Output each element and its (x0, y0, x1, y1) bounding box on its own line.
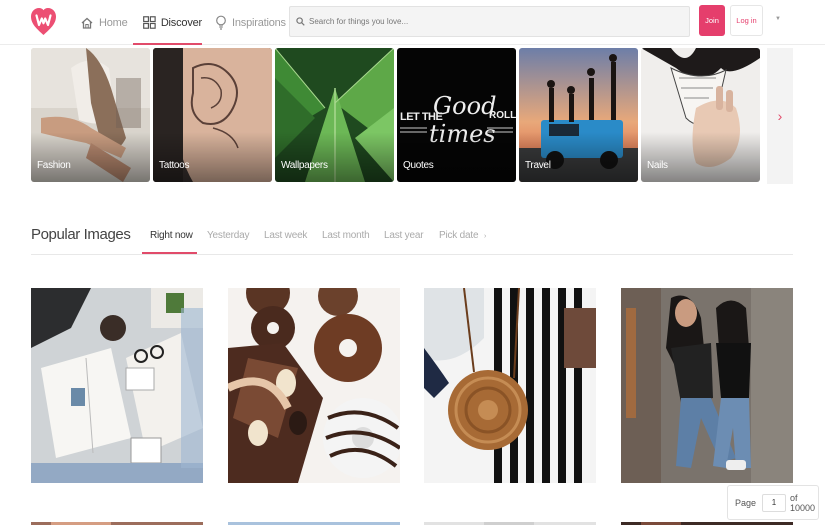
nav-active-underline (133, 43, 202, 45)
rattan-bag-photo (424, 288, 596, 483)
image-tile[interactable] (228, 288, 400, 483)
section-title: Popular Images (31, 226, 131, 243)
nav-discover[interactable]: Discover (133, 0, 202, 45)
category-card-fashion[interactable]: Fashion (31, 48, 150, 182)
tab-last-month[interactable]: Last month (322, 230, 370, 241)
top-header: Home Discover Inspirations Join Log in ▼ (0, 0, 825, 45)
category-card-tattoos[interactable]: Tattoos (153, 48, 272, 182)
category-label: Fashion (37, 160, 71, 171)
login-button[interactable]: Log in (730, 5, 763, 36)
donuts-photo (228, 288, 400, 483)
nav-home[interactable]: Home (80, 0, 128, 45)
card-shade (519, 132, 638, 182)
category-card-travel[interactable]: Travel (519, 48, 638, 182)
card-shade (397, 132, 516, 182)
card-shade (275, 132, 394, 182)
nav-home-label: Home (99, 16, 128, 29)
image-tile[interactable] (424, 288, 596, 483)
chevron-right-icon: › (483, 233, 487, 240)
section-divider (31, 254, 793, 255)
chevron-right-icon: › (777, 108, 783, 124)
card-shade (31, 132, 150, 182)
image-tile[interactable] (228, 517, 400, 525)
page-label: Page (735, 497, 757, 508)
category-card-quotes[interactable]: LET THE Good ROLL times Quotes (397, 48, 516, 182)
image-tile[interactable] (424, 517, 596, 525)
image-tile[interactable] (31, 288, 203, 483)
tab-right-now[interactable]: Right now (150, 230, 193, 241)
category-card-wallpapers[interactable]: Wallpapers (275, 48, 394, 182)
search-bar[interactable] (289, 6, 690, 37)
search-input[interactable] (309, 17, 669, 26)
nav-inspirations-label: Inspirations (232, 16, 286, 29)
category-label: Wallpapers (281, 160, 328, 171)
tab-pick-date-label: Pick date (439, 230, 479, 241)
card-shade (153, 132, 272, 182)
category-label: Travel (525, 160, 551, 171)
card-shade (641, 132, 760, 182)
pagination-widget: Page of 10000 (727, 485, 819, 520)
image-tile[interactable] (31, 517, 203, 525)
home-icon (81, 17, 93, 29)
nav-discover-label: Discover (160, 16, 202, 29)
tab-yesterday[interactable]: Yesterday (207, 230, 250, 241)
desk-photo (31, 288, 203, 483)
search-icon (296, 17, 305, 26)
category-next-button[interactable]: › (767, 48, 793, 184)
page-total-label: of 10000 (790, 492, 816, 513)
category-label: Quotes (403, 160, 434, 171)
page-number-input[interactable] (762, 493, 787, 512)
tab-pick-date[interactable]: Pick date › (439, 230, 486, 241)
grid-icon (143, 16, 156, 29)
category-label: Nails (647, 160, 668, 171)
tab-last-week[interactable]: Last week (264, 230, 307, 241)
lightbulb-icon (216, 15, 226, 30)
tab-last-year[interactable]: Last year (384, 230, 424, 241)
friends-photo (621, 288, 793, 483)
image-tile[interactable] (621, 288, 793, 483)
category-label: Tattoos (159, 160, 190, 171)
nav-inspirations[interactable]: Inspirations (215, 0, 286, 45)
chevron-down-icon[interactable]: ▼ (775, 16, 781, 22)
join-button[interactable]: Join (699, 5, 725, 36)
category-card-nails[interactable]: Nails (641, 48, 760, 182)
quote-word-good: Good (433, 92, 496, 120)
brand-logo-icon[interactable] (30, 7, 57, 36)
